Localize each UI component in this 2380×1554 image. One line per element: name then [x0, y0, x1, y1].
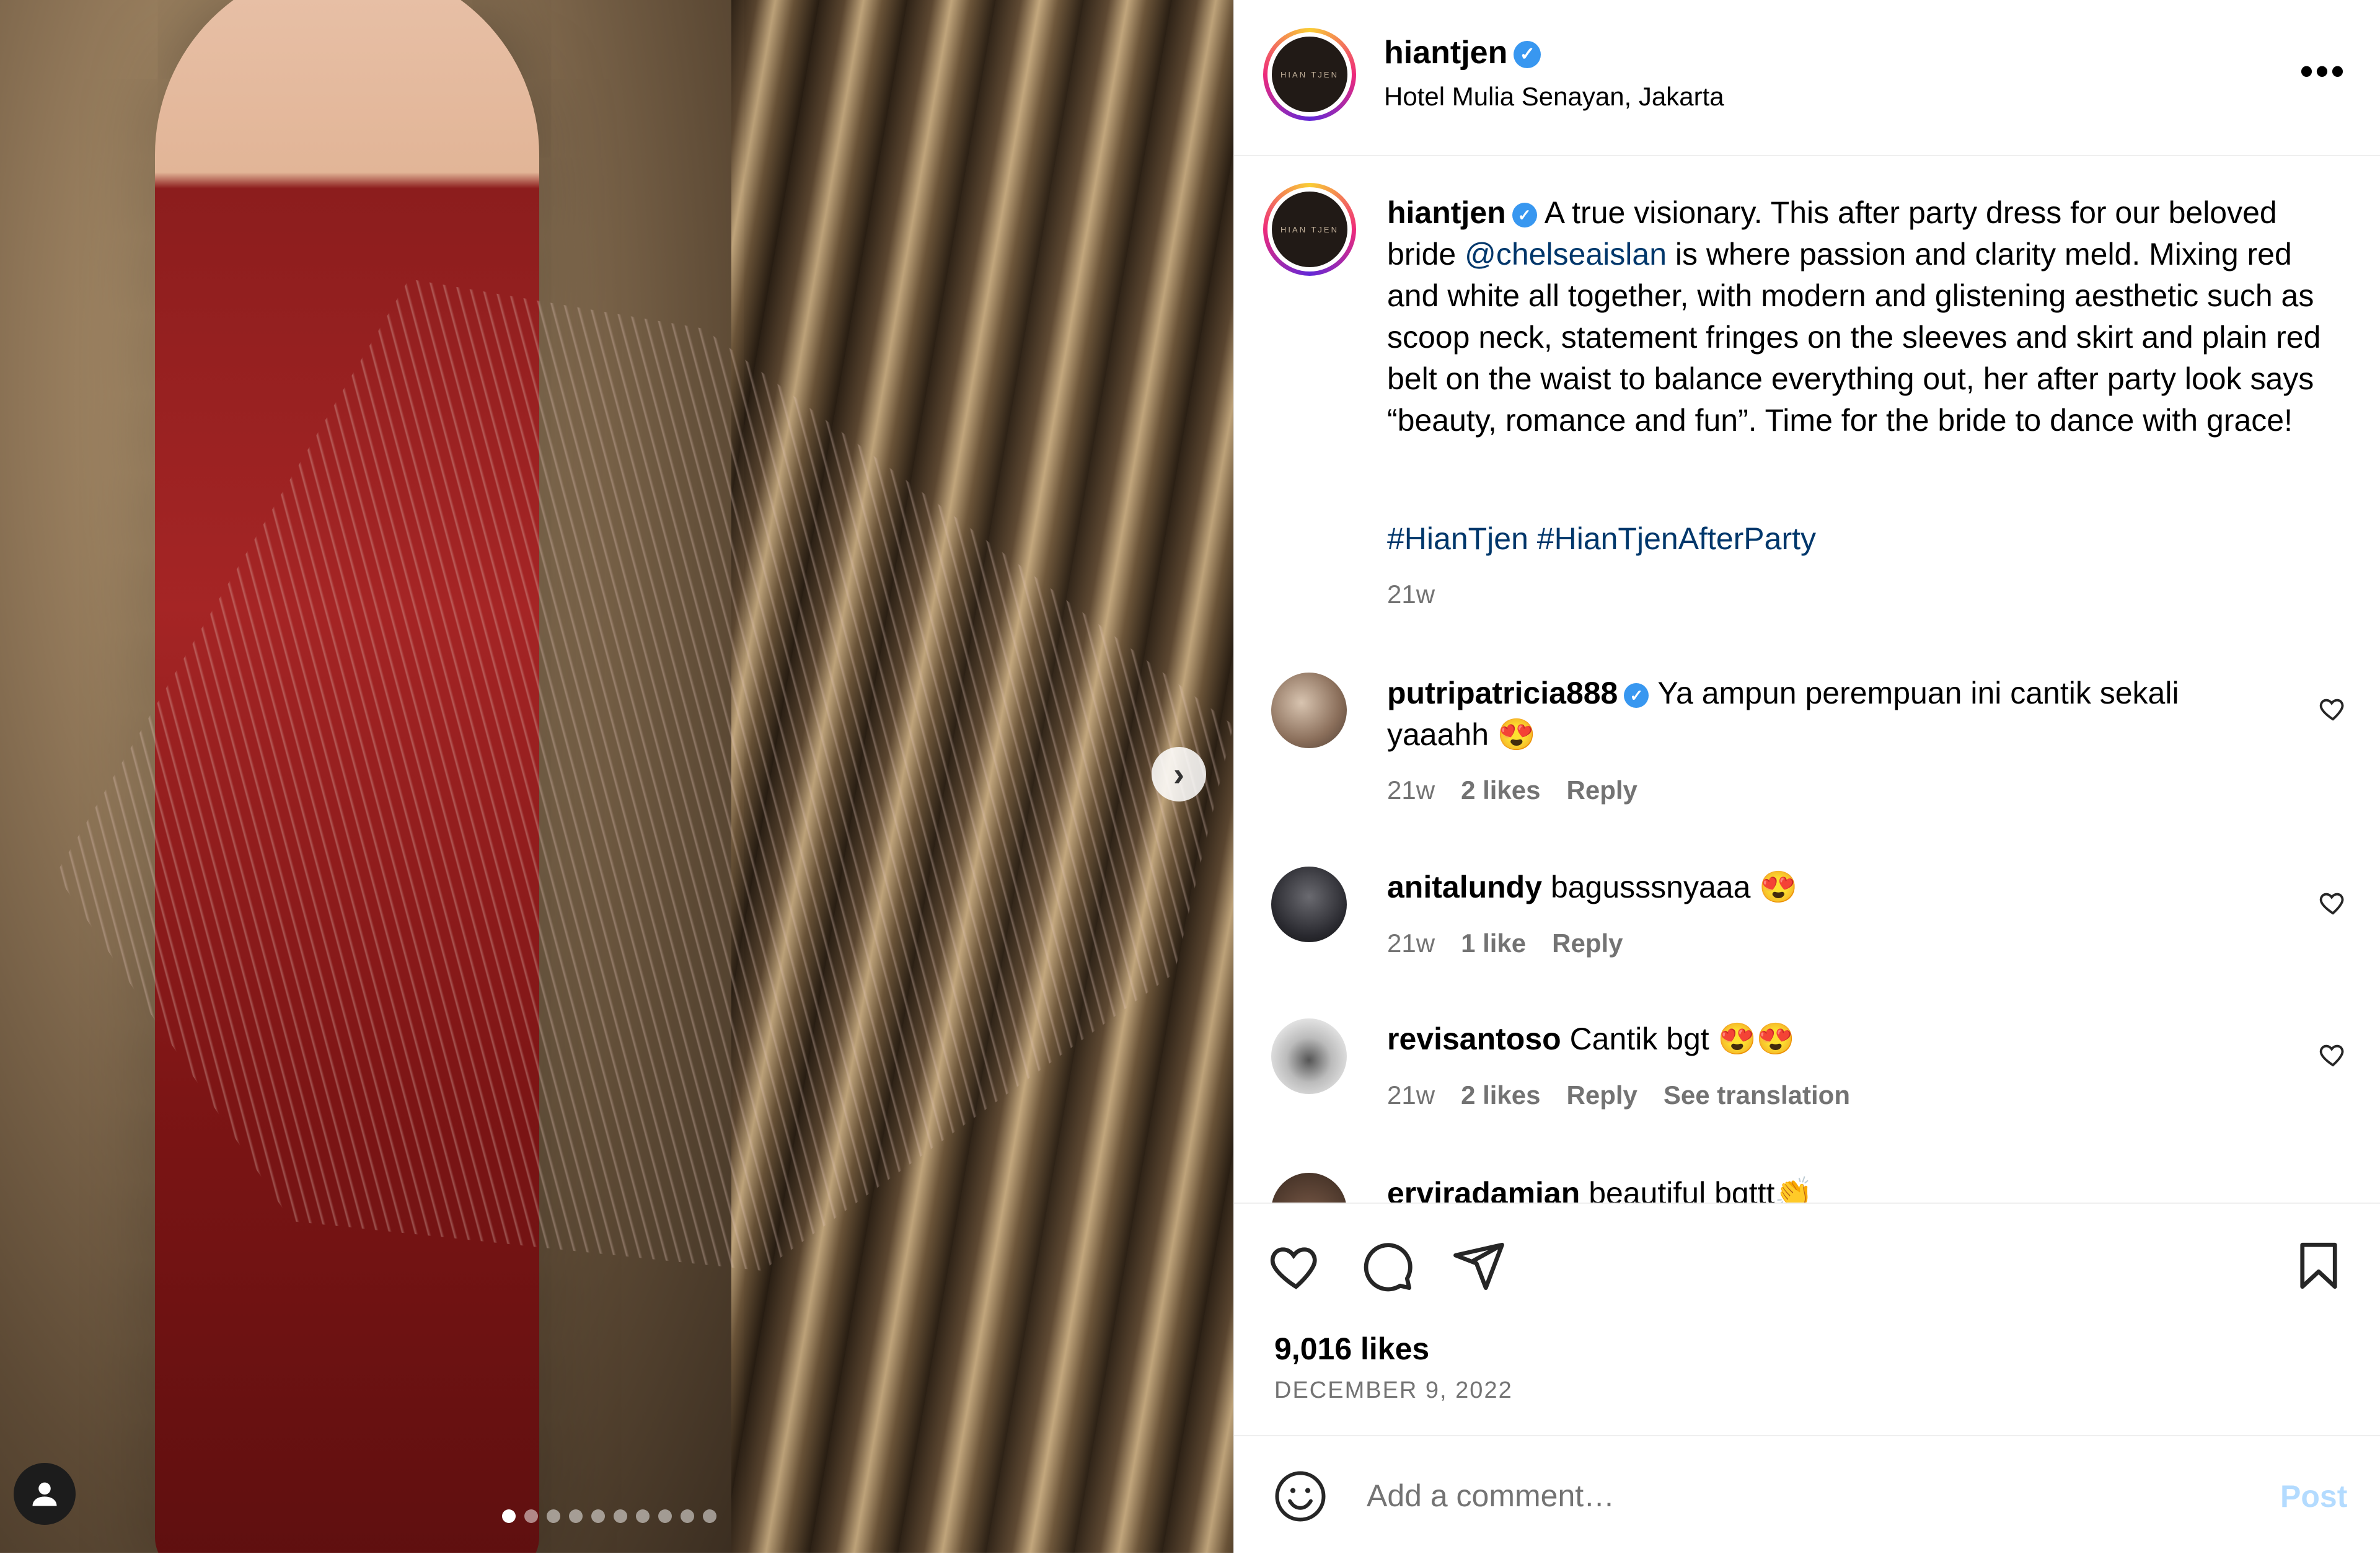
comment-icon[interactable]: [1359, 1238, 1415, 1294]
post-photo[interactable]: ›: [0, 0, 1233, 1553]
commenter-avatar[interactable]: [1271, 673, 1347, 748]
commenter-username[interactable]: anitalundy: [1387, 870, 1542, 904]
carousel-dot: [569, 1509, 583, 1523]
comment-reply-button[interactable]: Reply: [1552, 929, 1623, 958]
comment-text: anitalundy bagusssnyaaa 😍: [1387, 867, 2255, 908]
caption-hashtags[interactable]: #HianTjen #HianTjenAfterParty: [1387, 521, 1816, 557]
user-tag-icon: [32, 1482, 57, 1506]
carousel-dot: [614, 1509, 627, 1523]
share-icon[interactable]: [1451, 1238, 1507, 1294]
comment-body: Cantik bgt 😍😍: [1569, 1022, 1796, 1056]
verified-icon: ✓: [1512, 202, 1537, 227]
comments-scroll-clip: erviradamian beautiful bgttt👏: [1234, 1165, 2380, 1203]
caption-author-avatar[interactable]: HIAN TJEN: [1263, 183, 1356, 276]
commenter-username[interactable]: putripatricia888: [1387, 676, 1618, 710]
post-actions: 9,016 likes DECEMBER 9, 2022: [1234, 1203, 2380, 1439]
carousel-indicator: [502, 1509, 716, 1523]
commenter-avatar[interactable]: [1271, 1173, 1347, 1203]
chevron-right-icon: ›: [1173, 756, 1184, 793]
emoji-icon[interactable]: [1272, 1468, 1328, 1524]
comment-item: anitalundy bagusssnyaaa 😍 21w 1 like Reply: [1234, 867, 2380, 1028]
post-side-panel: HIAN TJEN hiantjen ✓ Hotel Mulia Senayan,…: [1233, 0, 2380, 1553]
comment-body: beautiful bgttt👏: [1589, 1176, 1814, 1203]
comment-body: bagusssnyaaa 😍: [1550, 870, 1798, 904]
author-avatar[interactable]: HIAN TJEN: [1263, 28, 1356, 121]
post-header: HIAN TJEN hiantjen ✓ Hotel Mulia Senayan,…: [1234, 0, 2380, 156]
comment-time[interactable]: 21w: [1387, 1080, 1435, 1110]
post-comment-button[interactable]: Post: [2280, 1478, 2347, 1514]
comment-like-heart-icon[interactable]: [2319, 1040, 2347, 1069]
carousel-dot: [524, 1509, 538, 1523]
comment-like-heart-icon[interactable]: [2319, 694, 2347, 723]
comment-meta: 21w 2 likes Reply See translation: [1387, 1080, 1876, 1110]
commenter-username[interactable]: erviradamian: [1387, 1176, 1580, 1203]
post-location[interactable]: Hotel Mulia Senayan, Jakarta: [1384, 82, 1724, 112]
author-username-text[interactable]: hiantjen: [1384, 35, 1507, 71]
comment-reply-button[interactable]: Reply: [1567, 775, 1637, 805]
carousel-dot: [658, 1509, 672, 1523]
post-date: DECEMBER 9, 2022: [1274, 1377, 1513, 1403]
avatar-logo-text: HIAN TJEN: [1272, 37, 1347, 112]
bookmark-icon[interactable]: [2291, 1238, 2347, 1294]
carousel-dot: [681, 1509, 694, 1523]
carousel-next-button[interactable]: ›: [1152, 747, 1206, 801]
commenter-username[interactable]: revisantoso: [1387, 1022, 1561, 1056]
carousel-dot: [502, 1509, 516, 1523]
comment-likes[interactable]: 1 like: [1461, 929, 1526, 958]
heart-icon[interactable]: [1268, 1238, 1324, 1294]
comment-reply-button[interactable]: Reply: [1567, 1080, 1637, 1110]
avatar-logo-text: HIAN TJEN: [1272, 192, 1347, 267]
carousel-dot: [636, 1509, 650, 1523]
comment-time[interactable]: 21w: [1387, 775, 1435, 805]
carousel-dot: [703, 1509, 716, 1523]
comment-text: erviradamian beautiful bgttt👏: [1387, 1173, 2255, 1203]
comment-time[interactable]: 21w: [1387, 929, 1435, 958]
carousel-dot: [591, 1509, 605, 1523]
caption-text: hiantjen ✓ A true visionary. This after pa…: [1387, 192, 2329, 441]
carousel-dot: [547, 1509, 560, 1523]
more-icon[interactable]: •••: [2300, 50, 2347, 92]
comment-likes[interactable]: 2 likes: [1461, 1080, 1540, 1110]
comment-item: revisantoso Cantik bgt 😍😍 21w 2 likes Repl…: [1234, 1018, 2380, 1180]
comment-like-heart-icon[interactable]: [2319, 888, 2347, 917]
commenter-avatar[interactable]: [1271, 1018, 1347, 1094]
author-username[interactable]: hiantjen ✓: [1384, 34, 1541, 71]
likes-count[interactable]: 9,016 likes: [1274, 1331, 1429, 1367]
verified-icon: ✓: [1624, 682, 1649, 708]
see-translation-button[interactable]: See translation: [1664, 1080, 1850, 1110]
caption-username[interactable]: hiantjen: [1387, 195, 1506, 230]
comment-item: putripatricia888 ✓ Ya ampun perempuan ini …: [1234, 673, 2380, 834]
comment-text: putripatricia888 ✓ Ya ampun perempuan ini …: [1387, 673, 2255, 756]
comment-input[interactable]: [1365, 1467, 2174, 1524]
commenter-avatar[interactable]: [1271, 867, 1347, 942]
caption-timestamp[interactable]: 21w: [1387, 580, 1435, 609]
verified-icon: ✓: [1514, 41, 1541, 69]
comment-meta: 21w 1 like Reply: [1387, 929, 1649, 958]
comment-meta: 21w 2 likes Reply: [1387, 775, 1664, 805]
comment-composer: Post: [1234, 1435, 2380, 1554]
comment-likes[interactable]: 2 likes: [1461, 775, 1540, 805]
comment-text: revisantoso Cantik bgt 😍😍: [1387, 1018, 2255, 1060]
mention-link[interactable]: @chelseaislan: [1465, 237, 1667, 272]
user-tag-button[interactable]: [14, 1463, 76, 1525]
